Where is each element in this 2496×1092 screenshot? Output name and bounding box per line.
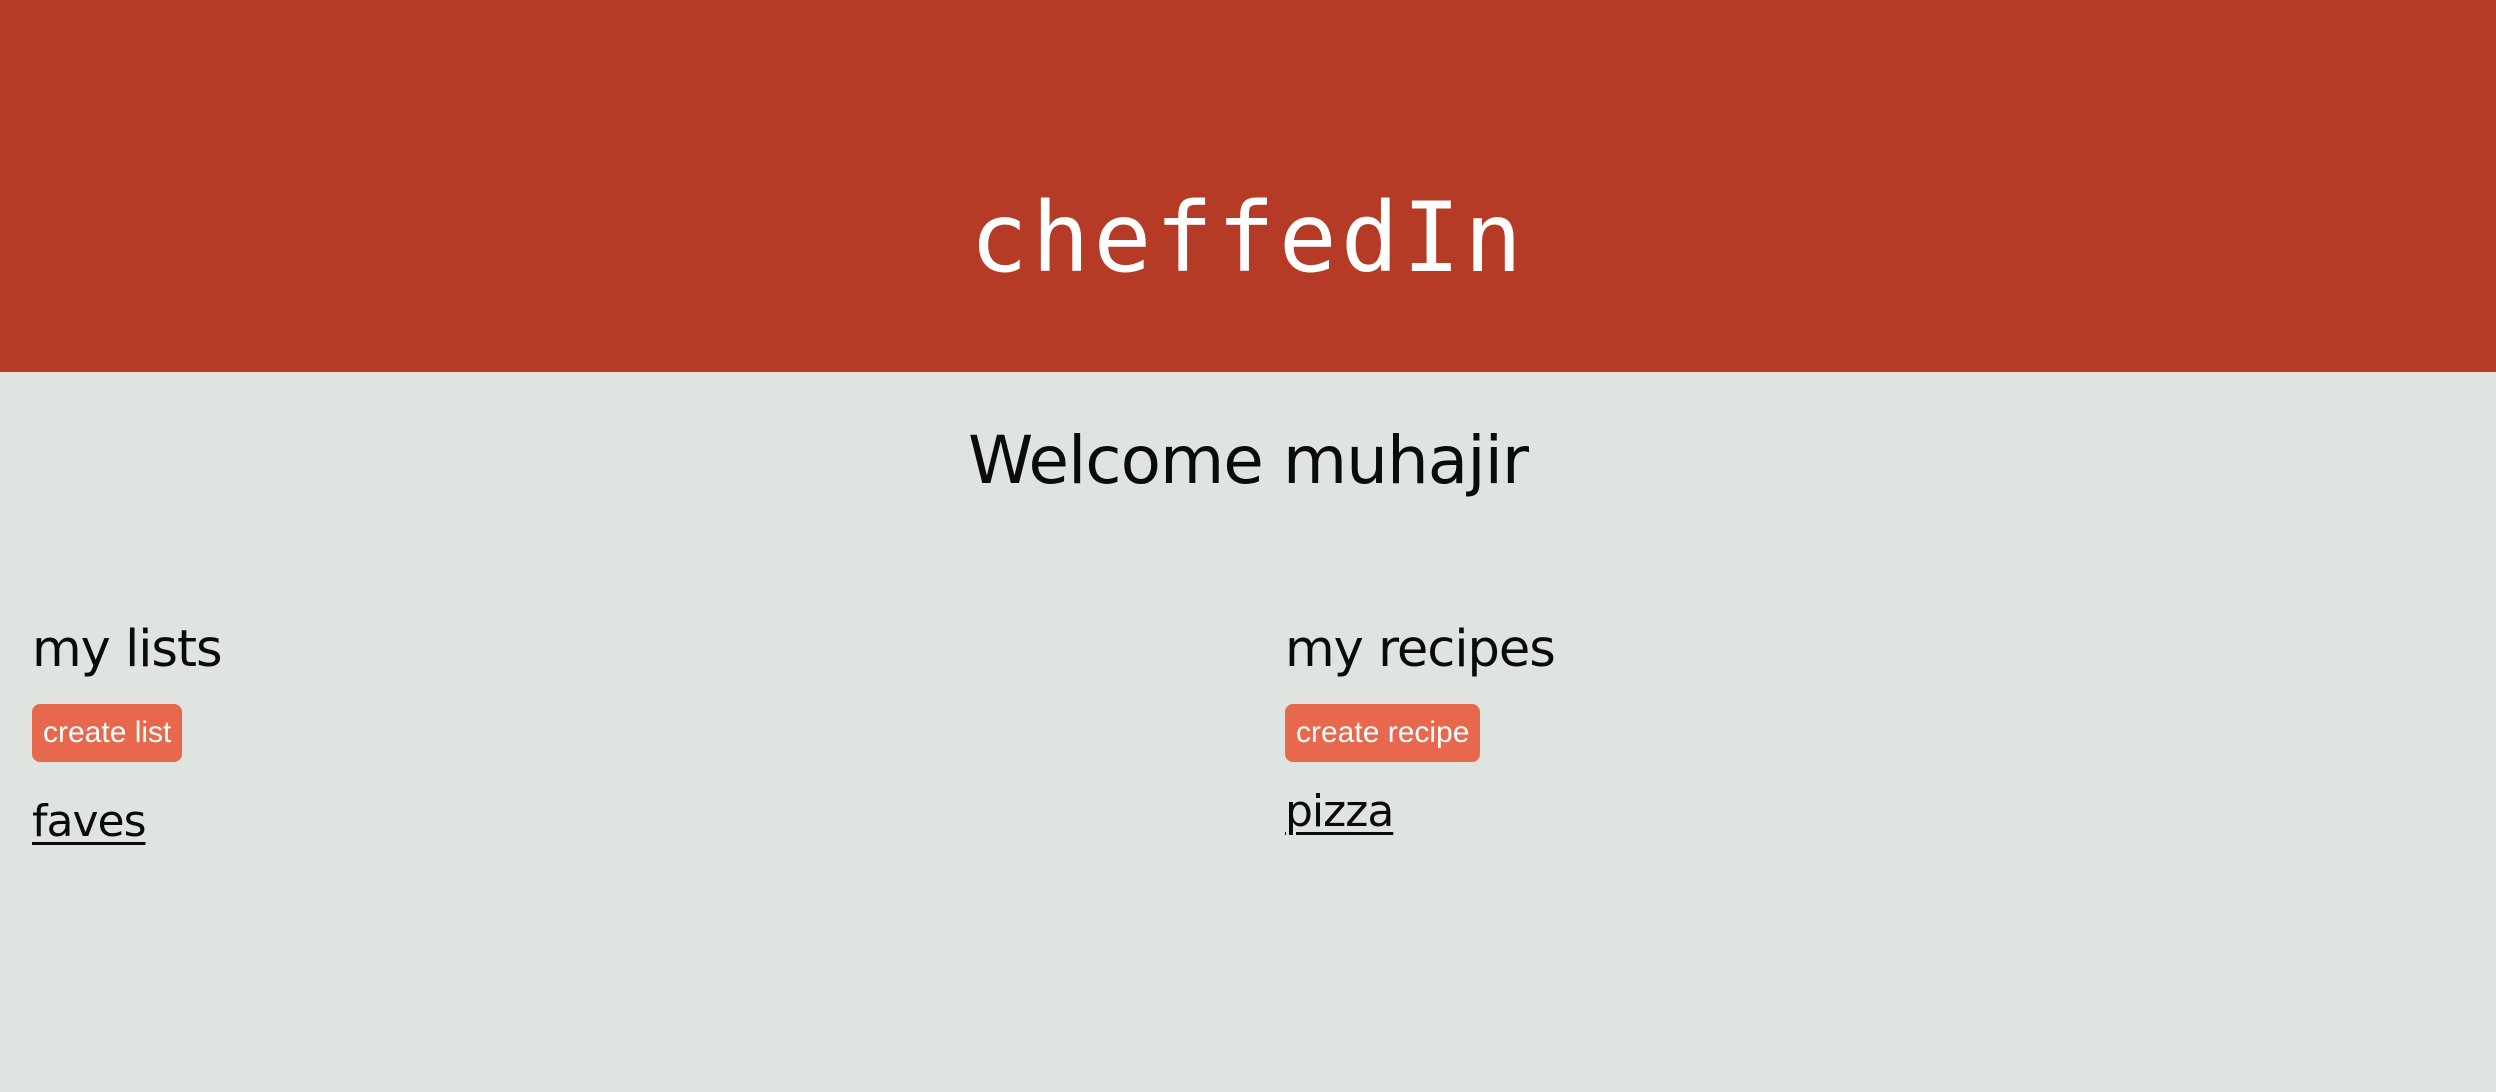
recipe-link-pizza[interactable]: pizza [1285, 784, 1555, 840]
site-header: cheffedIn [0, 0, 2496, 372]
create-recipe-button[interactable]: create recipe [1285, 704, 1481, 762]
welcome-heading: Welcome muhajir [967, 422, 1529, 499]
my-lists-heading: my lists [32, 620, 223, 679]
list-link-faves[interactable]: faves [32, 794, 222, 850]
create-list-button[interactable]: create list [32, 704, 183, 762]
my-recipes-heading: my recipes [1285, 620, 1556, 679]
my-recipes-section: my recipes create recipe pizza [1285, 610, 1556, 840]
brand-logo[interactable]: cheffedIn [0, 178, 2496, 298]
my-lists-section: my lists create list faves [32, 610, 223, 850]
